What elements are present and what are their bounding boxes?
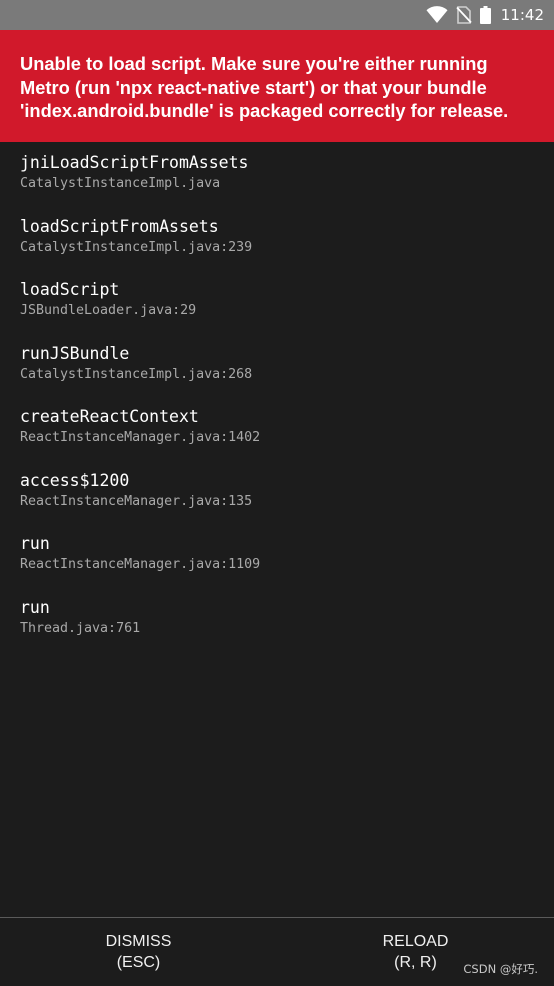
clock-time: 11:42 <box>500 6 544 24</box>
stack-frame[interactable]: run ReactInstanceManager.java:1109 <box>20 533 540 597</box>
frame-file: CatalystInstanceImpl.java:268 <box>20 366 253 382</box>
no-sim-icon <box>456 6 472 24</box>
status-bar: 11:42 <box>0 0 554 30</box>
stack-frame[interactable]: run Thread.java:761 <box>20 597 540 661</box>
frame-method: loadScript <box>20 280 120 299</box>
frame-file: Thread.java:761 <box>20 620 141 636</box>
frame-method: jniLoadScriptFromAssets <box>20 153 249 172</box>
stack-frame[interactable]: access$1200 ReactInstanceManager.java:13… <box>20 470 540 534</box>
frame-file: ReactInstanceManager.java:1402 <box>20 430 261 445</box>
battery-icon <box>479 6 491 24</box>
frame-method: loadScriptFromAssets <box>20 216 219 236</box>
redbox-screen: 11:42 Unable to load script. Make sure y… <box>0 0 554 986</box>
frame-file: CatalystInstanceImpl.java <box>20 176 221 191</box>
stack-trace-list[interactable]: jniLoadScriptFromAssets CatalystInstance… <box>20 152 540 660</box>
stack-frame[interactable]: loadScriptFromAssets CatalystInstanceImp… <box>20 216 540 280</box>
frame-file: ReactInstanceManager.java:135 <box>20 493 253 509</box>
wifi-icon <box>426 6 448 24</box>
status-icons: 11:42 <box>426 0 544 30</box>
frame-method: run <box>20 534 50 553</box>
watermark: CSDN @好巧. <box>463 962 538 976</box>
stack-frame[interactable]: loadScript JSBundleLoader.java:29 <box>20 279 540 343</box>
frame-file: ReactInstanceManager.java:1109 <box>20 557 261 572</box>
error-message: Unable to load script. Make sure you're … <box>20 53 509 121</box>
error-banner: Unable to load script. Make sure you're … <box>0 30 554 142</box>
stack-frame[interactable]: jniLoadScriptFromAssets CatalystInstance… <box>20 152 540 216</box>
reload-label: RELOAD <box>382 933 449 950</box>
reload-shortcut: (R, R) <box>394 954 437 971</box>
dismiss-button[interactable]: DISMISS (ESC) <box>0 918 277 986</box>
frame-method: createReactContext <box>20 407 199 426</box>
footer-button-bar: DISMISS (ESC) RELOAD (R, R) CSDN @好巧. <box>0 917 554 986</box>
stack-frame[interactable]: createReactContext ReactInstanceManager.… <box>20 406 540 470</box>
dismiss-label: DISMISS <box>105 933 172 950</box>
frame-method: runJSBundle <box>20 343 130 363</box>
frame-method: run <box>20 597 50 617</box>
frame-method: access$1200 <box>20 470 130 490</box>
frame-file: CatalystInstanceImpl.java:239 <box>20 239 253 255</box>
stack-frame[interactable]: runJSBundle CatalystInstanceImpl.java:26… <box>20 343 540 407</box>
frame-file: JSBundleLoader.java:29 <box>20 303 197 318</box>
dismiss-shortcut: (ESC) <box>116 954 161 971</box>
